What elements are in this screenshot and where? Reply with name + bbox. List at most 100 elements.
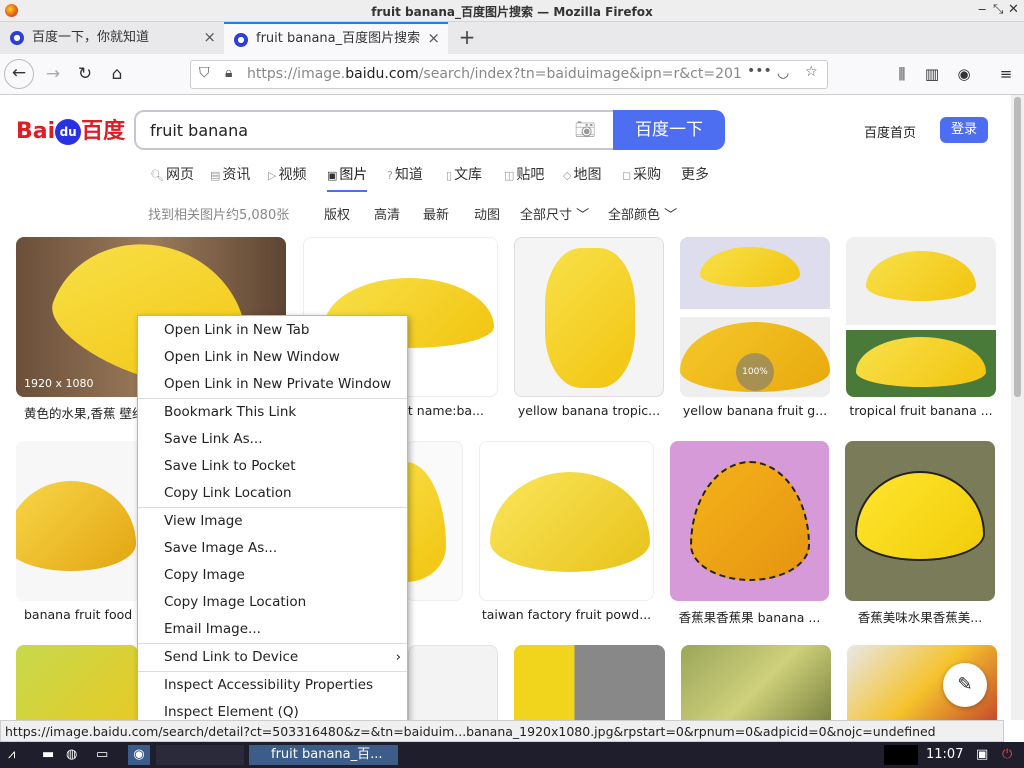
result-card[interactable]: 香蕉美味水果香蕉美... [845, 441, 995, 627]
result-caption[interactable]: banana fruit food [16, 607, 142, 622]
shield-icon[interactable]: ⛉ [199, 65, 210, 81]
url-text[interactable]: https://image.baidu.com/search/index?tn=… [247, 66, 747, 82]
menu-copy-image[interactable]: Copy Image [138, 562, 407, 588]
bookmark-star-icon[interactable]: ☆ [805, 64, 818, 80]
tab-tieba[interactable]: ◫ 贴吧 [504, 164, 544, 184]
result-image[interactable] [408, 645, 498, 720]
result-image[interactable] [479, 441, 654, 601]
result-card[interactable]: taiwan factory fruit powd... [479, 441, 654, 627]
pocket-icon[interactable]: ◡ [777, 65, 789, 81]
baidu-logo[interactable]: Bai du 百度 [16, 113, 125, 145]
tab-images[interactable]: ▣ 图片 [327, 164, 368, 192]
filter-size[interactable]: 全部尺寸 ﹀ [520, 204, 589, 223]
close-window-icon[interactable]: ✕ [1008, 2, 1019, 17]
result-image[interactable] [846, 237, 996, 397]
library-icon[interactable]: ⫼ [890, 61, 914, 87]
result-card[interactable]: yellow banana tropic... [514, 237, 664, 423]
menu-copy-link-location[interactable]: Copy Link Location [138, 480, 407, 506]
filter-hd[interactable]: 高清 [374, 204, 400, 223]
filter-animated[interactable]: 动图 [474, 204, 500, 223]
result-card[interactable] [405, 441, 463, 601]
home-icon[interactable]: ⌂ [104, 61, 130, 87]
login-button[interactable]: 登录 [940, 117, 988, 143]
reload-icon[interactable]: ↻ [72, 61, 98, 87]
filter-copyright[interactable]: 版权 [324, 204, 350, 223]
result-card[interactable]: 香蕉果香蕉果 banana ... [670, 441, 829, 627]
tab-baidu-home[interactable]: ● 百度一下，你就知道 × [0, 22, 224, 54]
file-manager-icon[interactable]: ▭ [96, 745, 108, 765]
result-image[interactable] [514, 237, 664, 397]
edit-pencil-icon[interactable]: ✎ [943, 663, 987, 707]
filter-color[interactable]: 全部颜色 ﹀ [608, 204, 677, 223]
close-tab-icon[interactable]: × [427, 24, 440, 53]
tab-purchase[interactable]: ◻ 采购 [622, 164, 661, 184]
start-menu-icon[interactable]: ⩘ [8, 745, 15, 765]
result-caption[interactable]: yellow banana tropic... [514, 403, 664, 418]
camera-icon[interactable]: 📷︎ [574, 120, 596, 140]
result-image[interactable] [681, 645, 831, 720]
account-icon[interactable]: ◉ [952, 61, 976, 87]
search-input[interactable]: fruit banana [150, 121, 248, 140]
tab-zhidao[interactable]: ? 知道 [387, 164, 423, 184]
new-tab-icon[interactable]: + [456, 22, 478, 54]
result-card[interactable]: 100% yellow banana fruit g... [680, 237, 830, 423]
tab-more[interactable]: 更多 [681, 164, 709, 184]
result-image[interactable] [16, 645, 138, 720]
tab-news[interactable]: ▤ 资讯 [210, 164, 250, 184]
workspace-switcher[interactable] [156, 745, 244, 765]
result-image[interactable] [405, 441, 463, 601]
menu-send-link-to-device[interactable]: Send Link to Device › [138, 644, 407, 670]
scrollbar[interactable] [1011, 95, 1024, 720]
result-caption[interactable]: tropical fruit banana ... [846, 403, 996, 418]
result-card[interactable]: banana fruit food [16, 441, 142, 627]
menu-open-link-private-window[interactable]: Open Link in New Private Window [138, 371, 407, 397]
close-tab-icon[interactable]: × [203, 22, 216, 53]
restore-icon[interactable]: ⤡ [993, 2, 1003, 17]
result-image[interactable]: 100% [680, 237, 830, 397]
tab-image-search[interactable]: ● fruit banana_百度图片搜索 × [224, 22, 448, 54]
result-image[interactable] [845, 441, 995, 601]
result-image[interactable] [16, 441, 142, 601]
network-icon[interactable]: ▣ [976, 745, 988, 765]
menu-icon[interactable]: ≡ [994, 61, 1018, 87]
menu-inspect-accessibility[interactable]: Inspect Accessibility Properties [138, 672, 407, 698]
search-button[interactable]: 百度一下 [613, 110, 725, 150]
menu-open-link-new-window[interactable]: Open Link in New Window [138, 344, 407, 370]
menu-bookmark-link[interactable]: Bookmark This Link [138, 399, 407, 425]
baidu-home-link[interactable]: 百度首页 [864, 122, 916, 141]
menu-save-link-to-pocket[interactable]: Save Link to Pocket [138, 453, 407, 479]
result-card[interactable] [514, 645, 665, 720]
url-bar[interactable]: ⛉ 🔒︎ https://image.baidu.com/search/inde… [190, 60, 828, 89]
result-card[interactable]: tropical fruit banana ... [846, 237, 996, 423]
back-arrow-icon[interactable]: ← [4, 59, 34, 89]
desktop-icon[interactable]: ▬ [42, 745, 54, 765]
power-icon[interactable]: ⏻ [1002, 745, 1012, 765]
firefox-launcher-icon[interactable]: ◉ [128, 745, 150, 765]
result-card[interactable] [681, 645, 831, 720]
result-card[interactable] [408, 645, 498, 720]
lock-icon[interactable]: 🔒︎ [225, 65, 232, 81]
menu-open-link-new-tab[interactable]: Open Link in New Tab [138, 317, 407, 343]
tab-map[interactable]: ◇ 地图 [563, 164, 601, 184]
result-card[interactable] [16, 645, 138, 720]
menu-save-link-as[interactable]: Save Link As... [138, 426, 407, 452]
result-caption[interactable]: taiwan factory fruit powd... [479, 607, 654, 622]
menu-copy-image-location[interactable]: Copy Image Location [138, 589, 407, 615]
minimize-icon[interactable]: ‒ [978, 2, 986, 17]
result-caption[interactable]: 香蕉美味水果香蕉美... [845, 607, 995, 626]
menu-save-image-as[interactable]: Save Image As... [138, 535, 407, 561]
menu-email-image[interactable]: Email Image... [138, 616, 407, 642]
menu-view-image[interactable]: View Image [138, 508, 407, 534]
browser-launcher-icon[interactable]: ◍ [66, 745, 77, 765]
search-box[interactable]: fruit banana 📷︎ [134, 110, 614, 150]
filter-latest[interactable]: 最新 [423, 204, 449, 223]
tab-webpage[interactable]: 🔍︎ 网页 [150, 164, 194, 184]
result-caption[interactable]: yellow banana fruit g... [680, 403, 830, 418]
result-image[interactable] [514, 645, 665, 720]
forward-arrow-icon[interactable]: → [40, 61, 66, 87]
tab-video[interactable]: ▷ 视频 [268, 164, 306, 184]
tab-wenku[interactable]: ▯ 文库 [446, 164, 482, 184]
page-actions-icon[interactable]: ••• [747, 63, 772, 79]
sidebar-icon[interactable]: ▥ [920, 61, 944, 87]
scrollbar-thumb[interactable] [1014, 97, 1021, 397]
